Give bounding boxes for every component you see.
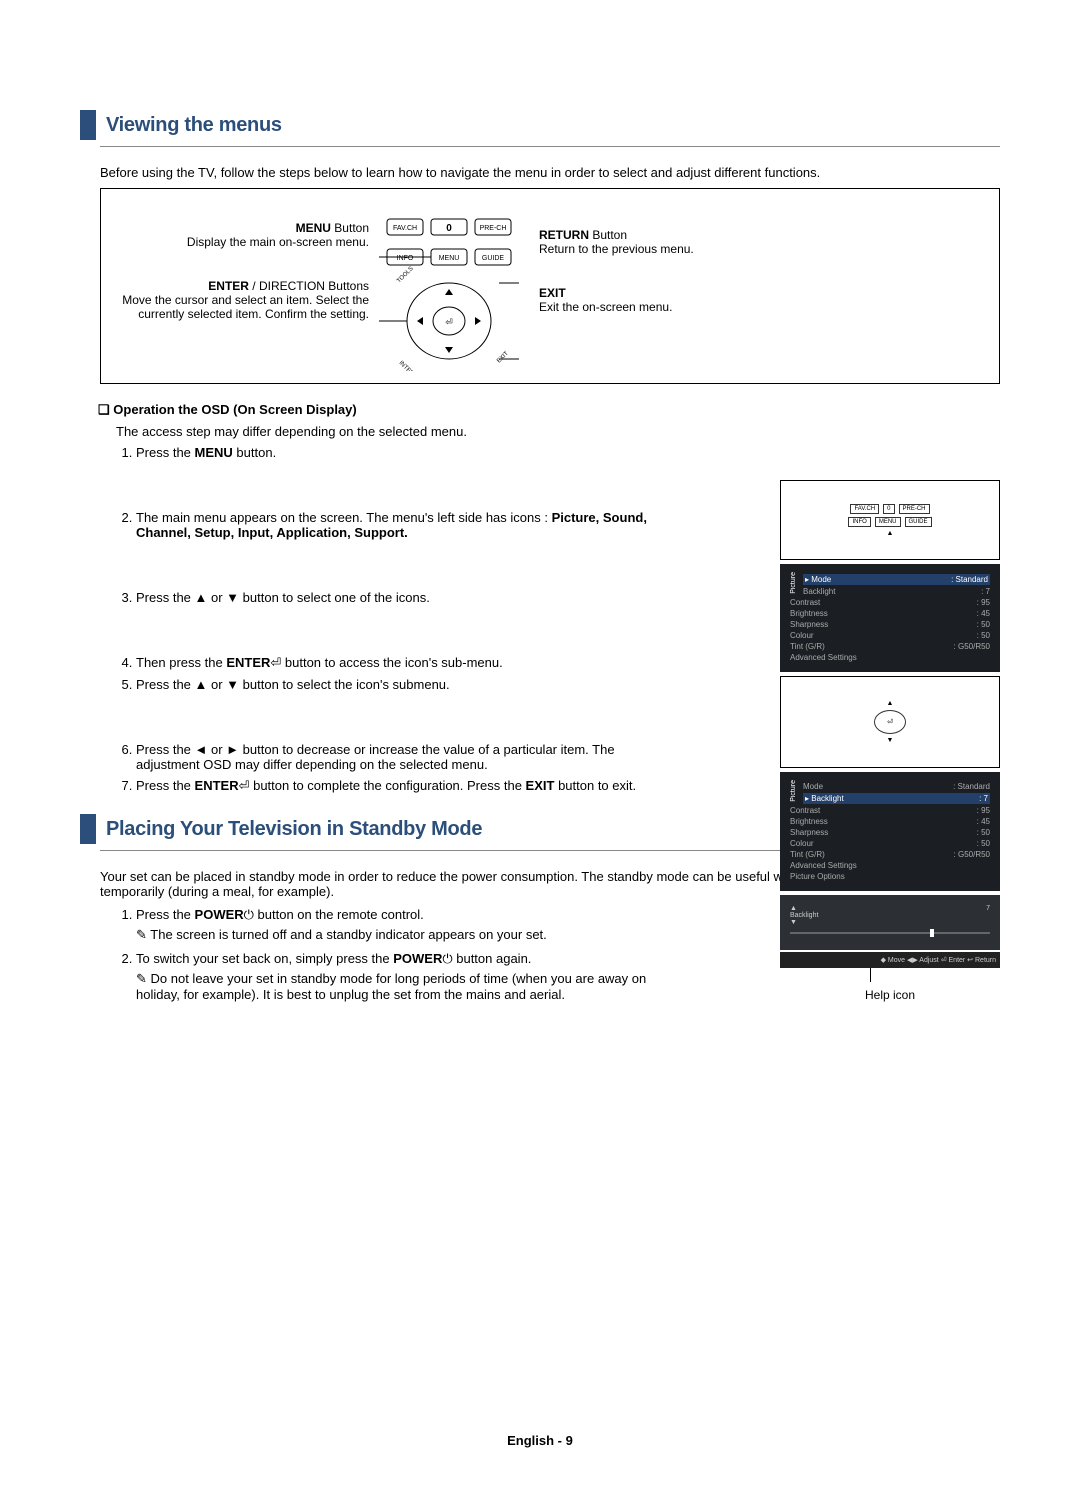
osd-row: Picture Options bbox=[790, 872, 990, 881]
osd-row: Colour: 50 bbox=[790, 631, 990, 640]
osd-row: Mode: Standard bbox=[803, 782, 990, 791]
viewmenus-intro: Before using the TV, follow the steps be… bbox=[100, 165, 1000, 180]
return-btn-text: Button bbox=[589, 228, 627, 242]
osd-panel-2: Picture Mode: Standard▸ Backlight: 7Cont… bbox=[780, 772, 1000, 891]
osd-row: Contrast: 95 bbox=[790, 598, 990, 607]
step-1: Press the MENU button. bbox=[136, 445, 676, 460]
osd-row: Tint (G/R): G50/R50 bbox=[790, 642, 990, 651]
osd-row: Advanced Settings bbox=[790, 653, 990, 662]
osd-slider: ▲Backlight▼ 7 bbox=[780, 895, 1000, 950]
step-2: The main menu appears on the screen. The… bbox=[136, 510, 676, 540]
step-6: Press the ◄ or ► button to decrease or i… bbox=[136, 742, 676, 772]
osd-row: Advanced Settings bbox=[790, 861, 990, 870]
osd-row: Contrast: 95 bbox=[790, 806, 990, 815]
prech-btn: PRE-CH bbox=[480, 225, 507, 232]
exit-button-label: EXIT bbox=[539, 286, 566, 300]
remote-illustration: FAV.CH 0 PRE-CH INFO MENU GUIDE ⏎ bbox=[369, 201, 529, 371]
standby-note-2: Do not leave your set in standby mode fo… bbox=[136, 971, 676, 1002]
return-button-label: RETURN bbox=[539, 228, 589, 242]
section-bar bbox=[80, 814, 96, 844]
page-footer: English - 9 bbox=[0, 1433, 1080, 1448]
menu-btn: MENU bbox=[439, 255, 460, 262]
enter-desc: Move the cursor and select an item. Sele… bbox=[119, 293, 369, 321]
osd-row: Backlight: 7 bbox=[803, 587, 990, 596]
osd-row: ▸ Backlight: 7 bbox=[803, 793, 990, 804]
standby-note-1: The screen is turned off and a standby i… bbox=[136, 927, 676, 943]
zero-btn: 0 bbox=[446, 223, 452, 234]
info-btn: INFO bbox=[397, 255, 414, 262]
osd-row: Colour: 50 bbox=[790, 839, 990, 848]
osd-row: ▸ Mode: Standard bbox=[803, 574, 990, 585]
menu-button-text: Button bbox=[331, 221, 369, 235]
favch-btn: FAV.CH bbox=[393, 225, 417, 232]
menu-button-desc: Display the main on-screen menu. bbox=[119, 235, 369, 249]
section-title-standby: Placing Your Television in Standby Mode bbox=[106, 818, 482, 841]
help-icon-label: Help icon bbox=[780, 988, 1000, 1002]
osd-row: Tint (G/R): G50/R50 bbox=[790, 850, 990, 859]
step-7: Press the ENTER⏎ button to complete the … bbox=[136, 778, 676, 794]
standby-step-1: Press the POWER⏻ button on the remote co… bbox=[136, 907, 676, 943]
osd-row: Sharpness: 50 bbox=[790, 620, 990, 629]
mini-remote-2: ▲ ⏎ ▼ bbox=[780, 676, 1000, 768]
enter-suffix: / DIRECTION Buttons bbox=[249, 279, 369, 293]
osd-subhead: Operation the OSD (On Screen Display) bbox=[98, 402, 1000, 418]
exit-desc: Exit the on-screen menu. bbox=[539, 300, 839, 314]
tools-label: TOOLS bbox=[396, 266, 415, 285]
enter-button-label: ENTER bbox=[208, 279, 249, 293]
osd-row: Sharpness: 50 bbox=[790, 828, 990, 837]
svg-text:⏎: ⏎ bbox=[445, 317, 453, 327]
osd-row: Brightness: 45 bbox=[790, 609, 990, 618]
step-4: Then press the ENTER⏎ button to access t… bbox=[136, 655, 676, 671]
standby-step-2: To switch your set back on, simply press… bbox=[136, 951, 676, 1002]
osd-hints: ◆ Move ◀▶ Adjust ⏎ Enter ↩ Return bbox=[780, 952, 1000, 968]
guide-btn: GUIDE bbox=[482, 255, 505, 262]
exit-label: EXIT bbox=[496, 351, 510, 365]
osd-row: Brightness: 45 bbox=[790, 817, 990, 826]
osd-panel-1: Picture ▸ Mode: StandardBacklight: 7Cont… bbox=[780, 564, 1000, 672]
osd-intro: The access step may differ depending on … bbox=[116, 424, 1000, 439]
section-bar bbox=[80, 110, 96, 140]
remote-diagram: MENU Button Display the main on-screen m… bbox=[100, 188, 1000, 384]
step-3: Press the ▲ or ▼ button to select one of… bbox=[136, 590, 676, 605]
menu-button-label: MENU bbox=[296, 221, 331, 235]
section-title-viewmenus: Viewing the menus bbox=[106, 114, 282, 137]
mini-remote-1: FAV.CH 0 PRE-CH INFO MENU GUIDE ▲ bbox=[780, 480, 1000, 560]
return-desc: Return to the previous menu. bbox=[539, 242, 839, 256]
internet-label: INTERNET bbox=[398, 360, 424, 371]
step-5: Press the ▲ or ▼ button to select the ic… bbox=[136, 677, 676, 692]
